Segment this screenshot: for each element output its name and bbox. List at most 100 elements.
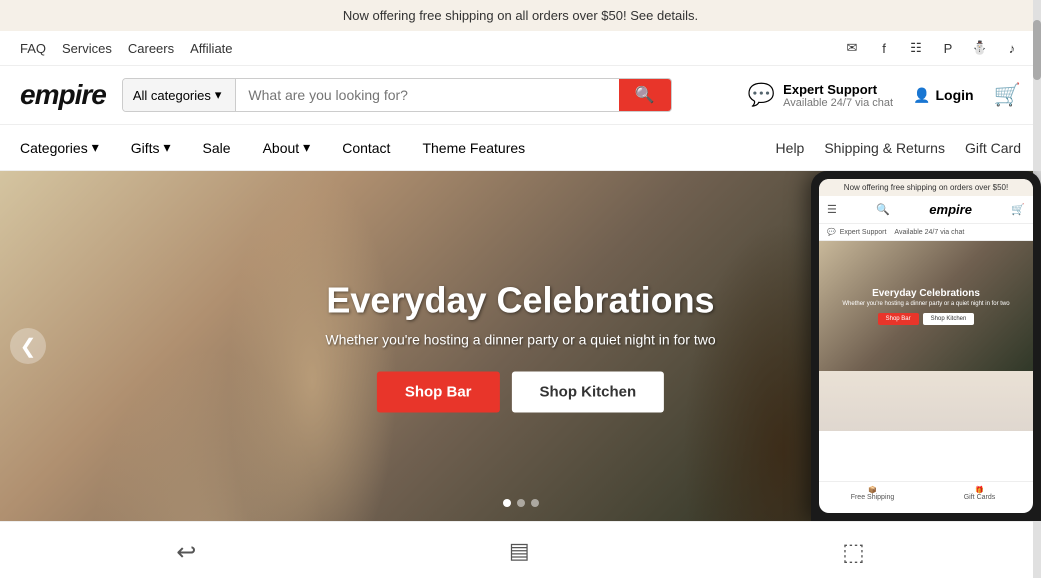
gifts-chevron-icon: ▾ <box>164 139 171 156</box>
phone-hero-sub: Whether you're hosting a dinner party or… <box>842 301 1009 307</box>
strip-item-1: ↩ <box>176 538 196 567</box>
nav-about[interactable]: About ▾ <box>247 125 327 170</box>
phone-logo: empire <box>929 202 972 217</box>
affiliate-link[interactable]: Affiliate <box>190 41 232 56</box>
search-input[interactable] <box>236 79 619 111</box>
phone-shop-kitchen-button[interactable]: Shop Kitchen <box>923 313 975 325</box>
nav-sale[interactable]: Sale <box>187 125 247 170</box>
support-chat-icon: 💬 <box>748 82 775 108</box>
login-label: Login <box>935 87 973 103</box>
pinterest-icon[interactable]: P <box>939 39 957 57</box>
strip-icon-2: ▤ <box>509 538 530 564</box>
chevron-down-icon: ▾ <box>215 87 222 103</box>
search-button[interactable]: 🔍 <box>619 79 671 111</box>
phone-hero-title: Everyday Celebrations <box>842 288 1009 299</box>
phone-hero-buttons: Shop Bar Shop Kitchen <box>842 313 1009 325</box>
snapchat-icon[interactable]: ⛄ <box>971 39 989 57</box>
faq-link[interactable]: FAQ <box>20 41 46 56</box>
strip-item-3: ⬚ <box>842 538 865 567</box>
phone-footer-shipping: 📦 Free Shipping <box>819 482 926 505</box>
hero-buttons: Shop Bar Shop Kitchen <box>325 372 715 413</box>
nav-gifts[interactable]: Gifts ▾ <box>115 125 187 170</box>
phone-header: ☰ 🔍 empire 🛒 <box>819 196 1033 224</box>
phone-shipping-icon: 📦 <box>823 486 922 494</box>
utility-nav-left: FAQ Services Careers Affiliate <box>20 41 233 56</box>
hero-dot-2[interactable] <box>517 499 525 507</box>
hero-dot-1[interactable] <box>503 499 511 507</box>
phone-shop-bar-button[interactable]: Shop Bar <box>878 313 919 325</box>
phone-food-image <box>819 371 1033 431</box>
search-category-label: All categories <box>133 88 211 103</box>
bottom-strip: ↩ ▤ ⬚ <box>0 521 1041 583</box>
phone-mockup: Now offering free shipping on orders ove… <box>811 171 1041 521</box>
support-widget: 💬 Expert Support Available 24/7 via chat <box>748 82 893 109</box>
utility-nav-right: ✉ f ☷ P ⛄ ♪ <box>843 39 1021 57</box>
instagram-icon[interactable]: ☷ <box>907 39 925 57</box>
search-icon: 🔍 <box>635 87 655 104</box>
nav-contact-label: Contact <box>342 140 390 156</box>
hero-content: Everyday Celebrations Whether you're hos… <box>325 280 715 413</box>
main-header: empire All categories ▾ 🔍 💬 Expert Suppo… <box>0 66 1041 125</box>
hero-title: Everyday Celebrations <box>325 280 715 322</box>
careers-link[interactable]: Careers <box>128 41 174 56</box>
cart-icon: 🛒 <box>994 82 1021 107</box>
announcement-text: Now offering free shipping on all orders… <box>343 8 698 23</box>
search-bar: All categories ▾ 🔍 <box>122 78 672 112</box>
nav-gift-card[interactable]: Gift Card <box>965 140 1021 156</box>
hero-section: ❮ Everyday Celebrations Whether you're h… <box>0 171 1041 521</box>
main-nav-left: Categories ▾ Gifts ▾ Sale About ▾ Contac… <box>20 125 541 170</box>
header-right: 💬 Expert Support Available 24/7 via chat… <box>748 82 1021 109</box>
phone-giftcards-label: Gift Cards <box>964 494 996 501</box>
phone-cart-icon: 🛒 <box>1011 203 1025 216</box>
nav-contact[interactable]: Contact <box>326 125 406 170</box>
phone-giftcards-icon: 🎁 <box>930 486 1029 494</box>
site-logo[interactable]: empire <box>20 79 106 111</box>
phone-support: 💬 Expert Support Available 24/7 via chat <box>819 224 1033 241</box>
hero-prev-button[interactable]: ❮ <box>10 328 46 364</box>
phone-shipping-label: Free Shipping <box>851 494 895 501</box>
mail-icon[interactable]: ✉ <box>843 39 861 57</box>
login-button[interactable]: 👤 Login <box>913 87 974 104</box>
facebook-icon[interactable]: f <box>875 39 893 57</box>
nav-help[interactable]: Help <box>776 140 805 156</box>
phone-support-label: Expert Support <box>840 229 887 236</box>
nav-categories-label: Categories <box>20 140 88 156</box>
shop-bar-button[interactable]: Shop Bar <box>377 372 500 413</box>
shop-kitchen-button[interactable]: Shop Kitchen <box>512 372 665 413</box>
scroll-thumb[interactable] <box>1033 20 1041 80</box>
cart-button[interactable]: 🛒 <box>994 82 1021 108</box>
hero-subtitle: Whether you're hosting a dinner party or… <box>325 332 715 348</box>
support-text: Expert Support Available 24/7 via chat <box>783 82 893 109</box>
user-icon: 👤 <box>913 87 930 104</box>
phone-support-icon: 💬 <box>827 228 836 236</box>
services-link[interactable]: Services <box>62 41 112 56</box>
announcement-bar: Now offering free shipping on all orders… <box>0 0 1041 31</box>
hero-dot-3[interactable] <box>531 499 539 507</box>
nav-categories[interactable]: Categories ▾ <box>20 125 115 170</box>
phone-inner: Now offering free shipping on orders ove… <box>819 179 1033 513</box>
support-label: Expert Support <box>783 82 893 97</box>
hero-dots <box>503 499 539 507</box>
nav-about-label: About <box>263 140 300 156</box>
phone-hero: Everyday Celebrations Whether you're hos… <box>819 241 1033 371</box>
nav-gifts-label: Gifts <box>131 140 160 156</box>
nav-theme-features-label: Theme Features <box>422 140 525 156</box>
about-chevron-icon: ▾ <box>303 139 310 156</box>
strip-icon-1: ↩ <box>176 538 196 567</box>
support-sublabel: Available 24/7 via chat <box>783 97 893 109</box>
categories-chevron-icon: ▾ <box>92 139 99 156</box>
strip-item-2: ▤ <box>509 538 530 567</box>
main-nav: Categories ▾ Gifts ▾ Sale About ▾ Contac… <box>0 125 1041 171</box>
phone-support-sub: Available 24/7 via chat <box>894 229 964 236</box>
nav-theme-features[interactable]: Theme Features <box>406 125 541 170</box>
phone-search-icon: 🔍 <box>876 203 890 216</box>
phone-menu-icon: ☰ <box>827 203 837 216</box>
phone-footer: 📦 Free Shipping 🎁 Gift Cards <box>819 481 1033 505</box>
search-category-dropdown[interactable]: All categories ▾ <box>123 79 237 111</box>
nav-shipping-returns[interactable]: Shipping & Returns <box>824 140 945 156</box>
tiktok-icon[interactable]: ♪ <box>1003 39 1021 57</box>
phone-announcement: Now offering free shipping on orders ove… <box>819 179 1033 196</box>
nav-sale-label: Sale <box>203 140 231 156</box>
phone-footer-giftcards: 🎁 Gift Cards <box>926 482 1033 505</box>
main-nav-right: Help Shipping & Returns Gift Card <box>776 140 1021 156</box>
